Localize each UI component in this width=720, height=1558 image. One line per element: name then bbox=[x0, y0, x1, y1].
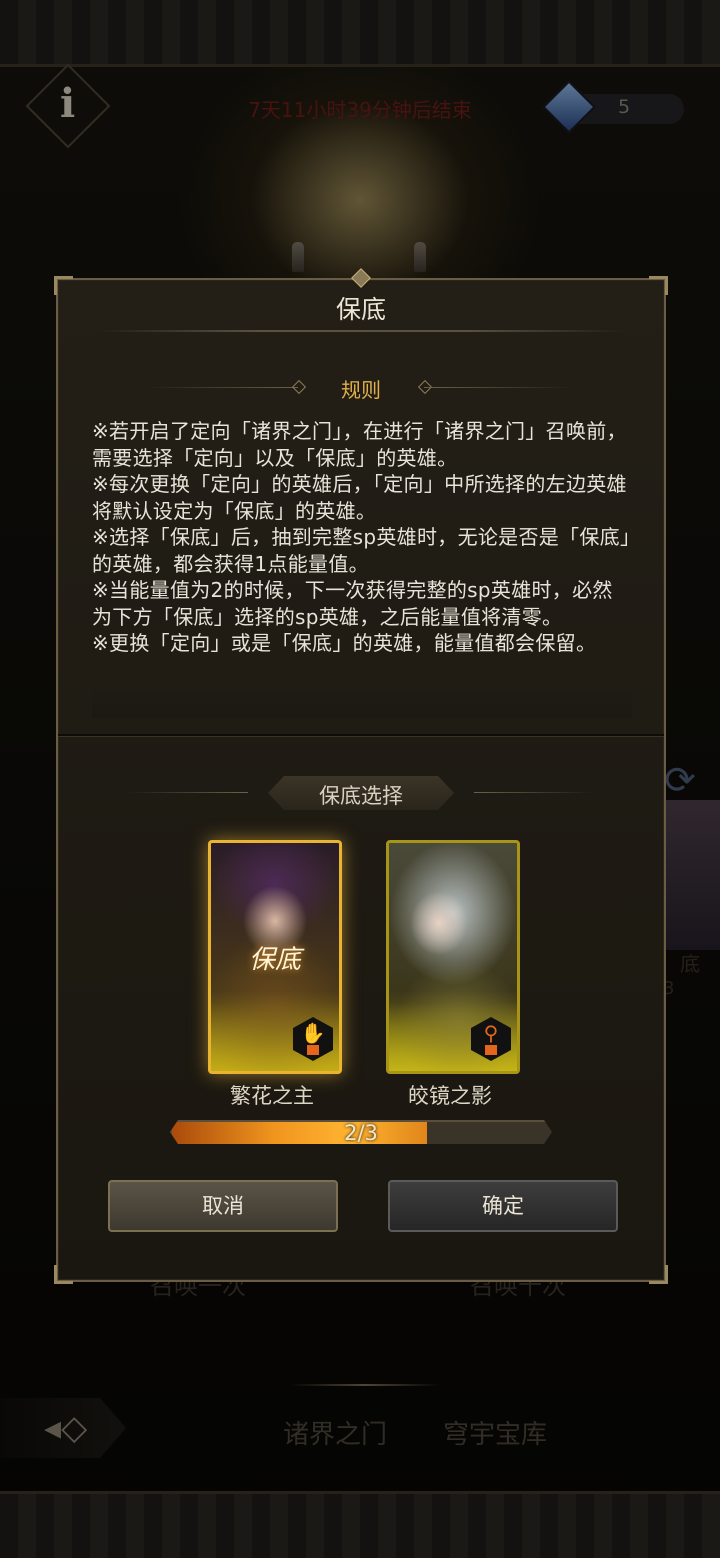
hero-card-selected[interactable]: 保底 ✋ bbox=[208, 840, 342, 1074]
guarantee-dialog: 保底 规则 ※若开启了定向「诸界之门」，在进行「诸界之门」召唤前，需要选择「定向… bbox=[54, 268, 668, 1284]
rules-divider-right bbox=[424, 387, 574, 388]
rank-icon bbox=[485, 1045, 497, 1055]
energy-progress-text: 2/3 bbox=[344, 1121, 378, 1145]
rule-text: ※更换「定向」或是「保底」的英雄，能量值都会保留。 bbox=[92, 631, 597, 655]
hero-card[interactable]: ⚲ bbox=[386, 840, 520, 1074]
selection-divider-left bbox=[128, 792, 248, 793]
hero-name: 繁花之主 bbox=[230, 1084, 314, 1108]
confirm-button[interactable]: 确定 bbox=[388, 1180, 618, 1232]
rule-text: ※若开启了定向「诸界之门」，在进行「诸界之门」召唤前，需要选择「定向」以及「保底… bbox=[92, 419, 627, 470]
section-divider bbox=[58, 734, 664, 737]
guarantee-tag: 保底 bbox=[248, 945, 301, 975]
dialog-title: 保底 bbox=[335, 295, 386, 324]
corner-ornament bbox=[649, 1265, 668, 1284]
rules-fade bbox=[92, 688, 632, 718]
rules-scroll-area[interactable]: ※若开启了定向「诸界之门」，在进行「诸界之门」召唤前，需要选择「定向」以及「保底… bbox=[92, 418, 632, 718]
rule-text: ※选择「保底」后，抽到完整sp英雄时，无论是否是「保底」的英雄，都会获得1点能量… bbox=[92, 525, 631, 576]
title-divider bbox=[98, 330, 624, 332]
rule-text: ※每次更换「定向」的英雄后，「定向」中所选择的左边英雄将默认设定为「保底」的英雄… bbox=[92, 472, 627, 523]
selection-header: 保底选择 bbox=[319, 784, 403, 808]
cancel-button[interactable]: 取消 bbox=[108, 1180, 338, 1232]
hero-name: 皎镜之影 bbox=[408, 1084, 492, 1108]
rule-text: ※当能量值为2的时候，下一次获得完整的sp英雄时，必然为下方「保底」选择的sp英… bbox=[92, 578, 613, 629]
summon-screen: i 7天11小时39分钟后结束 5 ⟳ 底 2/3 召唤一次 召唤十次 ◂◇ 诸… bbox=[0, 0, 720, 1558]
rank-icon bbox=[307, 1045, 319, 1055]
corner-ornament bbox=[54, 1265, 73, 1284]
selection-divider-right bbox=[474, 792, 594, 793]
rules-header: 规则 bbox=[341, 378, 381, 402]
